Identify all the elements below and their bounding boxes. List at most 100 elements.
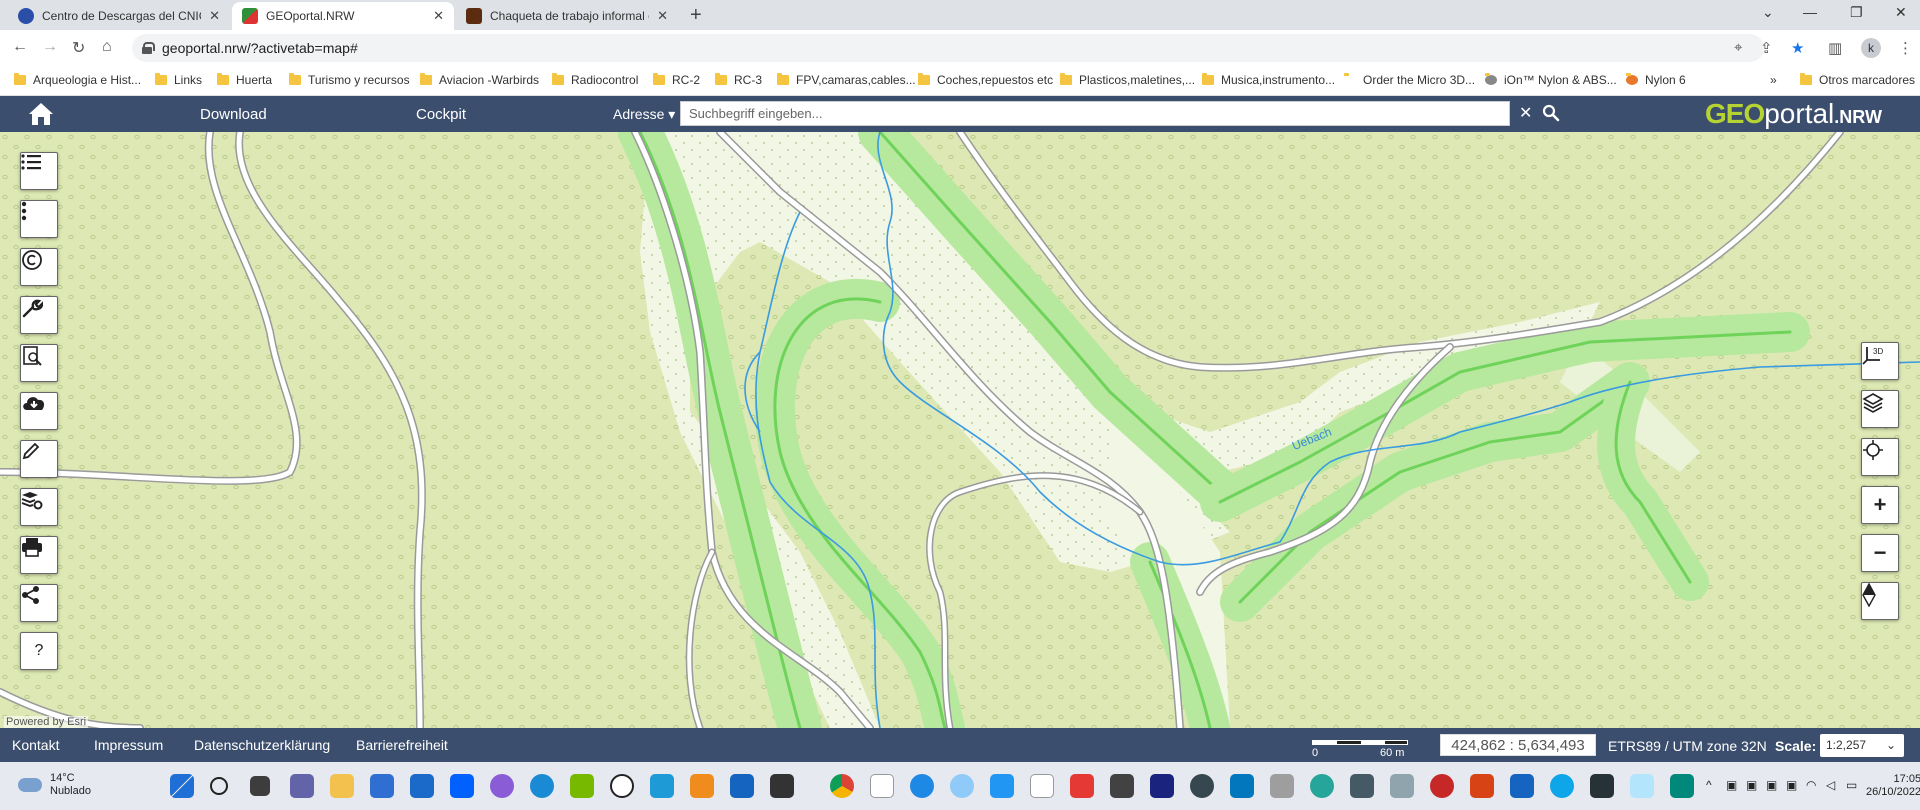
location-icon[interactable]: ⌖ (1734, 39, 1742, 56)
copyright-button[interactable] (20, 248, 58, 286)
teams-icon[interactable] (290, 774, 314, 798)
app-icon[interactable] (950, 774, 974, 798)
app-icon[interactable] (1390, 774, 1414, 798)
forward-icon[interactable]: → (42, 38, 58, 56)
search-icon[interactable] (1542, 104, 1560, 122)
other-bookmarks[interactable]: Otros marcadores (1800, 73, 1915, 87)
help-app-icon[interactable] (530, 774, 554, 798)
tray-app-icon[interactable]: ▣ (1766, 778, 1777, 792)
bookmark-star-icon[interactable]: ★ (1791, 39, 1804, 57)
b-app-icon[interactable] (610, 774, 634, 798)
bookmark-item[interactable]: Coches,repuestos etc (918, 73, 1053, 87)
tab-search-icon[interactable]: ⌄ (1762, 4, 1774, 21)
tray-app-icon[interactable]: ▣ (1746, 778, 1757, 792)
zoom-in-button[interactable]: + (1861, 486, 1899, 524)
draw-button[interactable] (20, 440, 58, 478)
bookmark-item[interactable]: Arqueologia e Hist... (14, 73, 141, 87)
chrome-icon[interactable] (830, 774, 854, 798)
share-page-icon[interactable]: ⇪ (1760, 39, 1773, 57)
wifi-icon[interactable]: ◠ (1806, 778, 1816, 792)
tab-geoportal[interactable]: GEOportal.NRW ✕ (232, 2, 454, 30)
close-icon[interactable]: ✕ (209, 8, 220, 24)
system-clock[interactable]: 17:05 26/10/2022 (1866, 773, 1920, 799)
app-icon[interactable] (1590, 774, 1614, 798)
app-icon[interactable] (490, 774, 514, 798)
bookmark-item[interactable]: RC-2 (653, 73, 700, 87)
cockpit-link[interactable]: Cockpit (416, 106, 466, 123)
store-icon[interactable] (370, 774, 394, 798)
bookmark-item[interactable]: Plasticos,maletines,... (1060, 73, 1195, 87)
bookmark-item[interactable]: Musica,instrumento... (1202, 73, 1335, 87)
search-scope-dropdown[interactable]: Adresse ▾ (613, 106, 675, 123)
app-icon[interactable] (1110, 774, 1134, 798)
notepad-icon[interactable] (990, 774, 1014, 798)
music-icon[interactable] (870, 774, 894, 798)
film-icon[interactable] (770, 774, 794, 798)
bookmark-item[interactable]: Radiocontrol (552, 73, 638, 87)
print-button[interactable] (20, 536, 58, 574)
app-icon[interactable] (1350, 774, 1374, 798)
photos-icon[interactable] (1230, 774, 1254, 798)
barrierefreiheit-link[interactable]: Barrierefreiheit (356, 737, 448, 753)
edge-icon[interactable] (1550, 774, 1574, 798)
clear-search-icon[interactable]: ✕ (1519, 103, 1532, 123)
download-link[interactable]: Download (200, 106, 267, 123)
datenschutz-link[interactable]: Datenschutzerklärung (194, 737, 330, 753)
impressum-link[interactable]: Impressum (94, 737, 163, 753)
basemap-layers-button[interactable] (1861, 390, 1899, 428)
search-document-button[interactable] (20, 344, 58, 382)
close-icon[interactable]: ✕ (657, 8, 668, 24)
back-icon[interactable]: ← (12, 38, 28, 56)
browser-menu-icon[interactable]: ⋮ (1898, 39, 1913, 57)
app-icon[interactable] (1150, 774, 1174, 798)
app-icon[interactable] (1190, 774, 1214, 798)
app-icon[interactable] (1470, 774, 1494, 798)
help-button[interactable]: ? (20, 632, 58, 670)
app-grid-icon[interactable] (650, 774, 674, 798)
bookmark-item[interactable]: Links (155, 73, 202, 87)
app-icon[interactable] (1310, 774, 1334, 798)
tools-button[interactable] (20, 296, 58, 334)
bookmark-item[interactable]: iOn™ Nylon & ABS... (1485, 73, 1617, 87)
more-options-button[interactable] (20, 200, 58, 238)
minimize-icon[interactable]: — (1803, 4, 1817, 20)
more-bookmarks-button[interactable]: » (1770, 73, 1777, 87)
tab-cnig[interactable]: Centro de Descargas del CNIG (IGN) ✕ (8, 2, 230, 30)
bookmark-item[interactable]: FPV,camaras,cables... (777, 73, 916, 87)
app-icon[interactable] (910, 774, 934, 798)
maximize-icon[interactable]: ❐ (1850, 4, 1863, 21)
locate-button[interactable] (1861, 438, 1899, 476)
side-panel-icon[interactable]: ▥ (1828, 39, 1842, 57)
app-icon[interactable] (1670, 774, 1694, 798)
zoom-out-button[interactable]: − (1861, 534, 1899, 572)
mail-icon[interactable] (410, 774, 434, 798)
kontakt-link[interactable]: Kontakt (12, 737, 59, 753)
tab-chaqueta[interactable]: Chaqueta de trabajo informal cálida ✕ (456, 2, 678, 30)
tray-app-icon[interactable]: ▣ (1726, 778, 1737, 792)
dropbox-icon[interactable] (450, 774, 474, 798)
volume-icon[interactable]: ◁ (1826, 778, 1835, 792)
window-close-icon[interactable]: ✕ (1895, 4, 1907, 21)
task-view-icon[interactable] (250, 776, 270, 796)
map-canvas[interactable] (0, 132, 1920, 728)
3d-view-button[interactable]: 3D (1861, 342, 1899, 380)
bookmark-item[interactable]: Order the Micro 3D... (1344, 73, 1475, 87)
app-icon[interactable] (1630, 774, 1654, 798)
app-icon[interactable] (1430, 774, 1454, 798)
share-button[interactable] (20, 584, 58, 622)
bookmark-item[interactable]: Nylon 6 (1626, 73, 1686, 87)
acrobat-icon[interactable] (1070, 774, 1094, 798)
battery-icon[interactable]: ▭ (1846, 778, 1857, 792)
media-icon[interactable] (690, 774, 714, 798)
bookmark-item[interactable]: Huerta (217, 73, 272, 87)
close-icon[interactable]: ✕ (433, 8, 444, 24)
app-icon[interactable] (1510, 774, 1534, 798)
reload-icon[interactable]: ↻ (72, 38, 85, 58)
profile-avatar[interactable]: k (1861, 38, 1881, 58)
download-button[interactable] (20, 392, 58, 430)
search-icon[interactable] (210, 777, 228, 795)
file-explorer-icon[interactable] (330, 774, 354, 798)
nvidia-icon[interactable] (570, 774, 594, 798)
search-input[interactable] (680, 101, 1510, 126)
weather-widget[interactable]: 14°C Nublado (18, 772, 91, 798)
